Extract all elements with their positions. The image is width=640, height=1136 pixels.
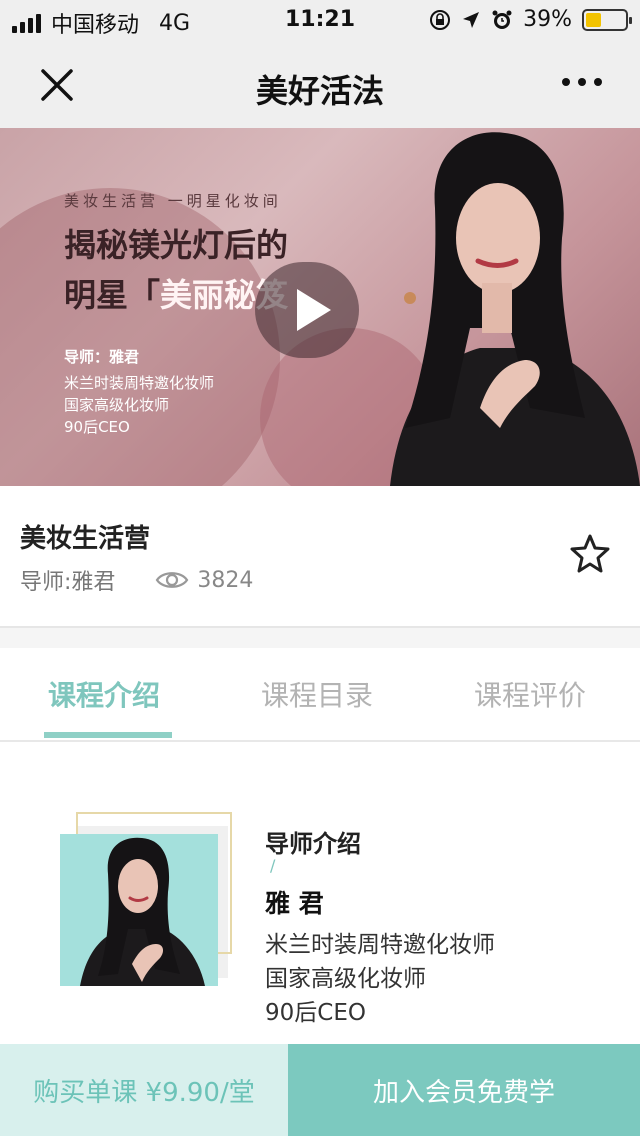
headline-line-1: 揭秘镁光灯后的 xyxy=(64,226,289,264)
credential-line: 90后CEO xyxy=(265,1000,366,1026)
video-kicker: 美妆生活营 一明星化妆间 xyxy=(64,192,282,210)
tab-course-intro[interactable]: 课程介绍 xyxy=(48,674,160,714)
video-detail-line: 米兰时装周特邀化妆师 xyxy=(64,374,215,392)
tab-course-reviews[interactable]: 课程评价 xyxy=(474,674,586,714)
accent-slash: / xyxy=(270,856,276,875)
video-details: 米兰时装周特邀化妆师 国家高级化妆师 90后CEO xyxy=(64,372,214,438)
page-title: 美好活法 xyxy=(255,72,384,110)
play-button[interactable] xyxy=(255,262,359,358)
section-label: 导师介绍 xyxy=(265,830,361,858)
battery-percent: 39% xyxy=(523,7,572,32)
mentor-photo xyxy=(60,834,218,986)
video-detail-line: 国家高级化妆师 xyxy=(64,396,170,414)
battery-level xyxy=(586,12,601,27)
star-icon[interactable] xyxy=(568,532,612,576)
nav-bar: 美好活法 xyxy=(0,42,640,128)
mentor-intro-section: 导师介绍 / 雅 君 米兰时装周特邀化妆师 国家高级化妆师 90后CEO xyxy=(0,742,640,1044)
join-membership-button[interactable]: 加入会员免费学 xyxy=(288,1044,640,1136)
course-info: 美妆生活营 导师:雅君 3824 xyxy=(0,486,640,628)
battery-icon xyxy=(582,8,632,31)
course-meta: 导师:雅君 3824 xyxy=(20,564,253,596)
bottom-action-bar: 购买单课 ¥9.90/堂 加入会员免费学 xyxy=(0,1044,640,1136)
eye-icon xyxy=(156,572,189,588)
course-video[interactable]: 美妆生活营 一明星化妆间 揭秘镁光灯后的 明星「美丽秘笈 导师：雅君 米兰时装周… xyxy=(0,128,640,486)
video-detail-line: 90后CEO xyxy=(64,418,130,436)
mentor-name: 雅 君 xyxy=(265,889,324,918)
headline-prefix: 明星「 xyxy=(64,276,161,314)
buy-single-lesson-button[interactable]: 购买单课 ¥9.90/堂 xyxy=(0,1044,288,1136)
course-title: 美妆生活营 xyxy=(20,524,151,554)
mentor-credentials: 米兰时装周特邀化妆师 国家高级化妆师 90后CEO xyxy=(265,928,495,1030)
course-tabs: 课程介绍 课程目录 课程评价 xyxy=(0,648,640,742)
more-icon[interactable] xyxy=(562,78,602,86)
alarm-icon xyxy=(492,10,512,29)
course-mentor: 导师:雅君 xyxy=(20,570,116,595)
active-tab-indicator xyxy=(44,732,172,738)
section-divider xyxy=(0,628,640,648)
rotation-lock-icon xyxy=(430,9,451,30)
location-icon xyxy=(463,11,480,28)
status-bar: 中国移动 4G 11:21 39% xyxy=(0,0,640,42)
tab-course-catalog[interactable]: 课程目录 xyxy=(261,674,373,714)
credential-line: 国家高级化妆师 xyxy=(265,966,426,992)
view-count: 3824 xyxy=(197,567,254,593)
credential-line: 米兰时装周特邀化妆师 xyxy=(265,932,495,958)
video-mentor: 导师：雅君 xyxy=(64,348,140,366)
presenter-photo xyxy=(390,132,640,486)
status-right: 39% xyxy=(429,7,632,32)
